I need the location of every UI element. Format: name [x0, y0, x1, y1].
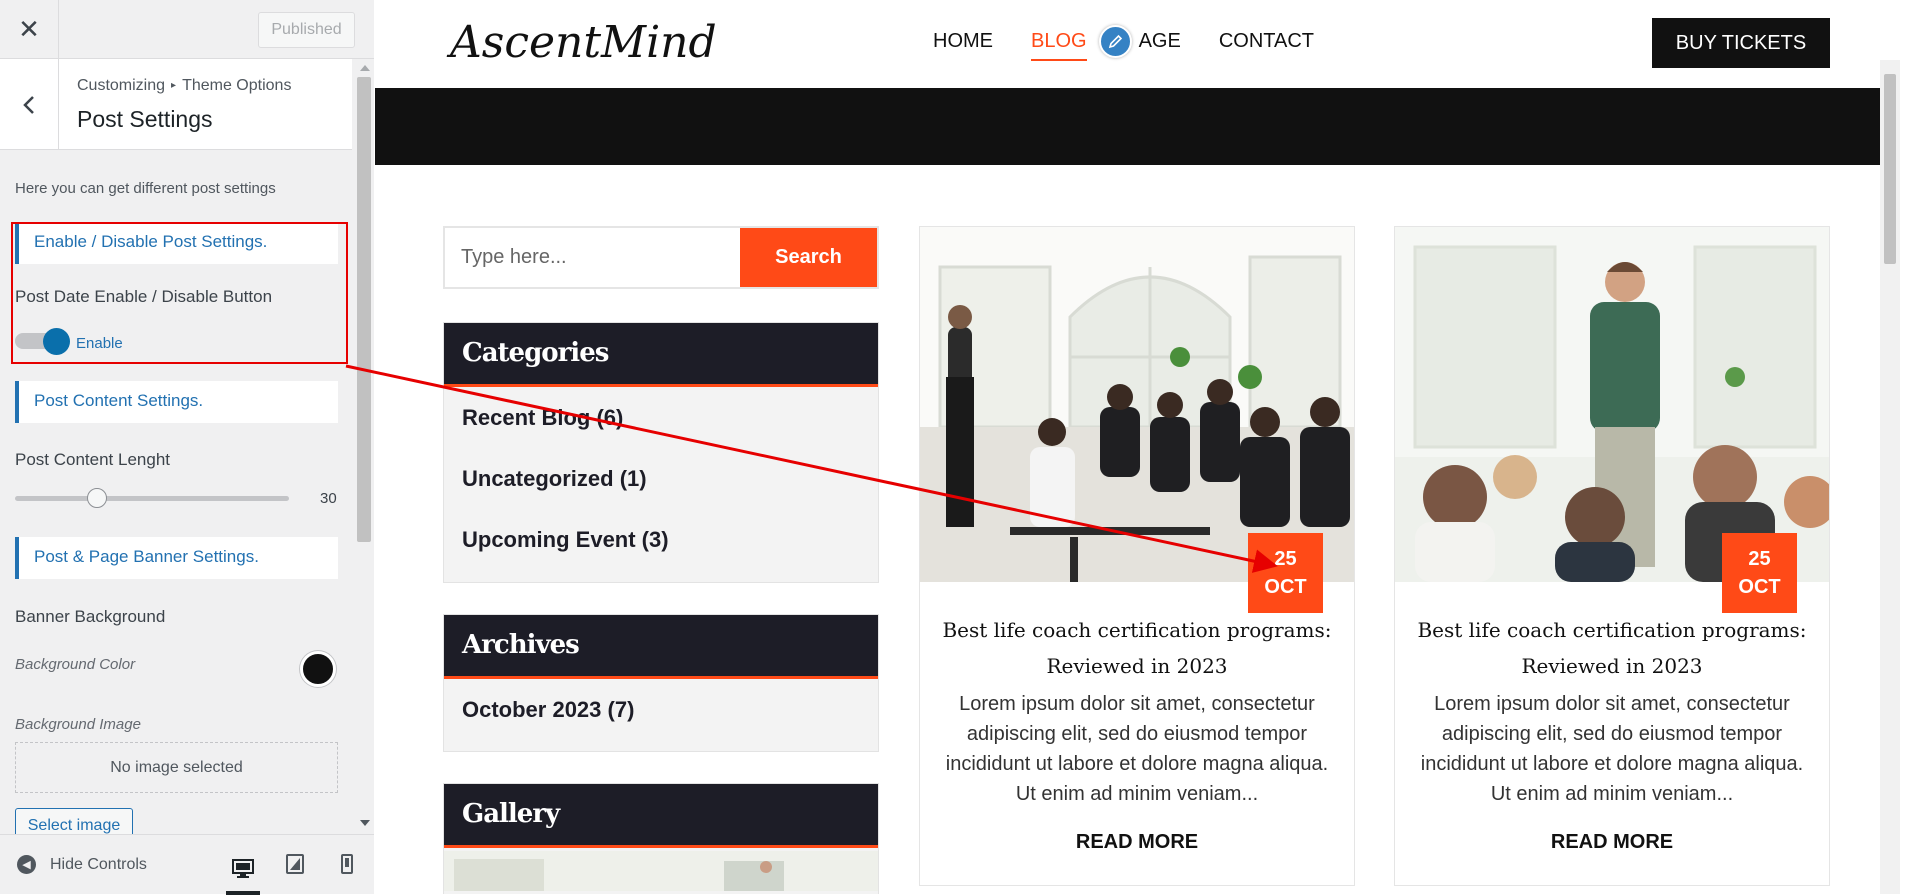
scrollbar-thumb[interactable]	[357, 77, 371, 542]
section-navigation: Customizing ▸ Theme Options Post Settings	[0, 59, 352, 150]
close-customizer-button[interactable]: ✕	[0, 0, 59, 59]
gallery-thumbnail[interactable]	[444, 851, 878, 891]
page-banner	[375, 88, 1900, 165]
search-button[interactable]: Search	[740, 228, 877, 287]
post-date-month: OCT	[1738, 576, 1781, 598]
site-logo[interactable]: AscentMind	[450, 17, 717, 68]
breadcrumb-parent: Customizing	[77, 77, 166, 94]
edit-shortcut-button[interactable]	[1099, 25, 1132, 58]
nav-blog[interactable]: BLOG	[1031, 30, 1087, 61]
post-date-month: OCT	[1264, 576, 1307, 598]
hide-controls-button[interactable]: ◀ Hide Controls	[17, 855, 147, 874]
site-preview: AscentMind HOME BLOG AGE CONTACT BUY TIC…	[375, 0, 1900, 894]
section-banner: Post & Page Banner Settings.	[15, 537, 338, 579]
chevron-left-icon	[23, 95, 34, 114]
search-input[interactable]	[445, 228, 740, 287]
customizer-scrollbar[interactable]	[354, 59, 374, 834]
back-button[interactable]	[0, 59, 59, 150]
site-header: AscentMind HOME BLOG AGE CONTACT BUY TIC…	[375, 0, 1900, 88]
highlight-annotation-box	[11, 222, 348, 364]
breadcrumb-separator: ▸	[171, 80, 177, 91]
preview-scrollbar[interactable]	[1880, 60, 1900, 894]
post-excerpt: Lorem ipsum dolor sit amet, consectetur …	[945, 693, 1329, 805]
image-placeholder: No image selected	[15, 742, 338, 793]
category-link[interactable]: Upcoming Event (3)	[444, 509, 878, 570]
gallery-widget: Gallery	[443, 783, 879, 894]
hide-controls-label: Hide Controls	[50, 855, 147, 873]
category-link[interactable]: Recent Blog (6)	[444, 387, 878, 448]
post-image[interactable]	[920, 227, 1354, 582]
content-length-slider[interactable]	[15, 488, 289, 508]
slider-track	[15, 496, 289, 501]
post-title[interactable]: Best life coach certification programs: …	[1415, 612, 1809, 684]
scroll-up-arrow[interactable]	[360, 65, 370, 71]
post-photo-seminar	[920, 227, 1354, 582]
slider-handle[interactable]	[87, 488, 108, 508]
post-excerpt: Lorem ipsum dolor sit amet, consectetur …	[1420, 693, 1804, 805]
background-color-picker[interactable]	[300, 651, 336, 687]
post-date-day: 25	[1748, 548, 1771, 570]
buy-tickets-button[interactable]: BUY TICKETS	[1652, 18, 1830, 68]
categories-widget: Categories Recent Blog (6) Uncategorized…	[443, 322, 879, 583]
post-date-badge: 25 OCT	[1248, 533, 1323, 613]
nav-page[interactable]: AGE	[1139, 30, 1181, 61]
post-image[interactable]	[1395, 227, 1829, 582]
main-navigation: HOME BLOG AGE CONTACT	[933, 30, 1352, 61]
post-photo-speaker	[1395, 227, 1829, 582]
post-date-badge: 25 OCT	[1722, 533, 1797, 613]
published-button: Published	[258, 12, 355, 48]
close-icon: ✕	[18, 14, 40, 44]
breadcrumb: Customizing ▸ Theme Options	[77, 77, 291, 95]
read-more-link[interactable]: READ MORE	[920, 831, 1354, 854]
archive-link[interactable]: October 2023 (7)	[444, 679, 878, 740]
content-length-label: Post Content Lenght	[15, 450, 171, 469]
desktop-preview-button[interactable]	[226, 847, 260, 895]
customizer-footer: ◀ Hide Controls	[0, 834, 374, 895]
tablet-preview-button[interactable]	[278, 847, 312, 881]
nav-contact[interactable]: CONTACT	[1219, 30, 1314, 61]
tablet-icon	[286, 854, 304, 874]
background-color-label: Background Color	[15, 656, 136, 673]
read-more-link[interactable]: READ MORE	[1395, 831, 1829, 854]
post-card: 25 OCT Best life coach certification pro…	[1394, 226, 1830, 886]
scroll-down-arrow[interactable]	[360, 820, 370, 826]
nav-home[interactable]: HOME	[933, 30, 993, 61]
pencil-icon	[1108, 34, 1123, 49]
mobile-preview-button[interactable]	[330, 847, 364, 881]
categories-title: Categories	[444, 323, 878, 387]
post-date-day: 25	[1274, 548, 1297, 570]
customizer-panel: ✕ Published Customizing ▸ Theme Options Po…	[0, 0, 374, 895]
panel-description: Here you can get different post settings	[15, 180, 276, 197]
desktop-icon	[232, 859, 254, 878]
panel-title: Post Settings	[77, 106, 213, 132]
section-post-content: Post Content Settings.	[15, 381, 338, 423]
breadcrumb-section: Theme Options	[182, 77, 292, 94]
category-link[interactable]: Uncategorized (1)	[444, 448, 878, 509]
collapse-arrow-icon: ◀	[17, 855, 36, 874]
post-title[interactable]: Best life coach certification programs: …	[940, 612, 1334, 684]
gallery-title: Gallery	[444, 784, 878, 848]
post-card: 25 OCT Best life coach certification pro…	[919, 226, 1355, 886]
archives-title: Archives	[444, 615, 878, 679]
mobile-icon	[341, 854, 353, 874]
archives-widget: Archives October 2023 (7)	[443, 614, 879, 752]
banner-background-label: Banner Background	[15, 607, 166, 626]
background-image-label: Background Image	[15, 716, 141, 733]
content-length-value: 30	[320, 490, 337, 507]
preview-scrollbar-thumb[interactable]	[1884, 74, 1896, 264]
search-widget: Search	[443, 226, 879, 289]
customizer-header: ✕ Published	[0, 0, 374, 59]
